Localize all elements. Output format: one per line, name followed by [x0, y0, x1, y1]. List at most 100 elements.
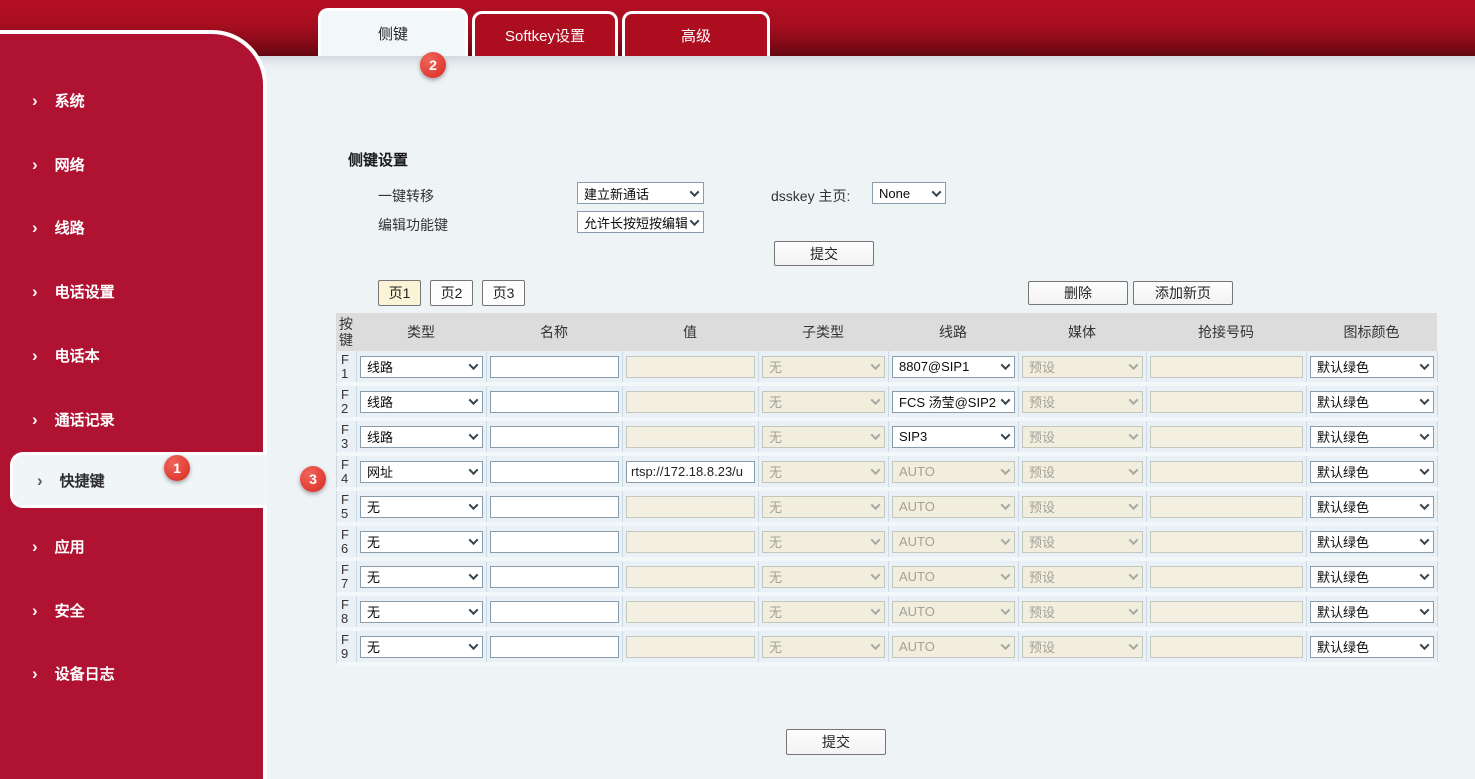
- pickup-number-input: [1150, 531, 1303, 553]
- type-select[interactable]: 无: [360, 636, 483, 658]
- sidebar-item-6[interactable]: › 快捷键: [10, 452, 267, 508]
- icon-color-select[interactable]: 默认绿色: [1310, 566, 1434, 588]
- dsskey-home-select[interactable]: None: [872, 182, 946, 204]
- delete-page-button[interactable]: 删除: [1028, 281, 1128, 305]
- chevron-down-icon: [1001, 570, 1011, 580]
- column-header: 媒体: [1018, 324, 1146, 340]
- edit-function-key-select[interactable]: 允许长按短按编辑: [577, 211, 704, 233]
- name-input[interactable]: [490, 636, 619, 658]
- line-select[interactable]: SIP3: [892, 426, 1015, 448]
- column-header: 抢接号码: [1146, 324, 1306, 340]
- sidebar-item-3[interactable]: › 电话设置: [0, 261, 263, 321]
- value-input[interactable]: [626, 461, 755, 483]
- column-header: 线路: [888, 324, 1018, 340]
- chevron-right-icon: ›: [37, 472, 43, 489]
- subtype-select: 无: [762, 391, 885, 413]
- sidebar-item-2[interactable]: › 线路: [0, 197, 263, 257]
- type-select[interactable]: 无: [360, 601, 483, 623]
- chevron-down-icon: [1001, 605, 1011, 615]
- type-select[interactable]: 网址: [360, 461, 483, 483]
- sidebar-item-label: 网络: [55, 154, 85, 175]
- name-input[interactable]: [490, 601, 619, 623]
- sidebar-item-label: 快捷键: [60, 470, 105, 491]
- transfer-select-value: 建立新通话: [584, 184, 687, 203]
- table-row: F3 线路 无 SIP3 预设 默认绿色: [336, 421, 1437, 456]
- sidebar-item-5[interactable]: › 通话记录: [0, 389, 263, 449]
- submit-button-bottom[interactable]: 提交: [786, 729, 886, 755]
- subtype-select: 无: [762, 426, 885, 448]
- type-select[interactable]: 无: [360, 496, 483, 518]
- key-label: F2: [340, 388, 353, 416]
- name-input[interactable]: [490, 426, 619, 448]
- line-select[interactable]: FCS 汤莹@SIP2: [892, 391, 1015, 413]
- type-select[interactable]: 无: [360, 566, 483, 588]
- annotation-badge-3: 3: [300, 466, 326, 492]
- key-label: F3: [340, 423, 353, 451]
- line-select[interactable]: 8807@SIP1: [892, 356, 1015, 378]
- sidebar-item-label: 应用: [55, 536, 85, 557]
- chevron-down-icon: [1129, 535, 1139, 545]
- tab-1[interactable]: Softkey设置: [472, 11, 618, 56]
- submit-button-top[interactable]: 提交: [774, 241, 874, 266]
- name-input[interactable]: [490, 391, 619, 413]
- page-tab-2[interactable]: 页3: [482, 280, 525, 306]
- page-tab-0[interactable]: 页1: [378, 280, 421, 306]
- column-header: 值: [622, 324, 758, 340]
- icon-color-select[interactable]: 默认绿色: [1310, 601, 1434, 623]
- pickup-number-input: [1150, 356, 1303, 378]
- name-input[interactable]: [490, 531, 619, 553]
- pickup-number-input: [1150, 636, 1303, 658]
- sidebar-item-4[interactable]: › 电话本: [0, 325, 263, 385]
- sidebar-item-8[interactable]: › 安全: [0, 580, 263, 640]
- pickup-number-input: [1150, 566, 1303, 588]
- name-input[interactable]: [490, 461, 619, 483]
- sidebar-item-label: 安全: [55, 600, 85, 621]
- media-select: 预设: [1022, 496, 1143, 518]
- media-select: 预设: [1022, 356, 1143, 378]
- add-page-button[interactable]: 添加新页: [1133, 281, 1233, 305]
- type-select[interactable]: 线路: [360, 391, 483, 413]
- sidebar-item-label: 线路: [55, 217, 85, 238]
- name-input[interactable]: [490, 496, 619, 518]
- type-select[interactable]: 线路: [360, 426, 483, 448]
- name-input[interactable]: [490, 356, 619, 378]
- icon-color-select[interactable]: 默认绿色: [1310, 391, 1434, 413]
- chevron-down-icon: [871, 465, 881, 475]
- type-select[interactable]: 无: [360, 531, 483, 553]
- sidebar-item-9[interactable]: › 设备日志: [0, 643, 263, 703]
- tab-2[interactable]: 高级: [622, 11, 770, 56]
- chevron-down-icon: [932, 187, 942, 197]
- chevron-down-icon: [1420, 430, 1430, 440]
- page-tab-1[interactable]: 页2: [430, 280, 473, 306]
- icon-color-select[interactable]: 默认绿色: [1310, 531, 1434, 553]
- line-select: AUTO: [892, 461, 1015, 483]
- line-select: AUTO: [892, 636, 1015, 658]
- sidebar-item-1[interactable]: › 网络: [0, 134, 263, 194]
- icon-color-select[interactable]: 默认绿色: [1310, 496, 1434, 518]
- icon-color-select[interactable]: 默认绿色: [1310, 461, 1434, 483]
- value-input: [626, 531, 755, 553]
- transfer-select[interactable]: 建立新通话: [577, 182, 704, 204]
- name-input[interactable]: [490, 566, 619, 588]
- chevron-down-icon: [871, 570, 881, 580]
- tab-label: 侧键: [378, 23, 408, 44]
- icon-color-select[interactable]: 默认绿色: [1310, 426, 1434, 448]
- value-input: [626, 426, 755, 448]
- icon-color-select[interactable]: 默认绿色: [1310, 636, 1434, 658]
- sidebar-item-7[interactable]: › 应用: [0, 516, 263, 576]
- chevron-down-icon: [469, 535, 479, 545]
- chevron-down-icon: [1129, 605, 1139, 615]
- subtype-select: 无: [762, 636, 885, 658]
- media-select: 预设: [1022, 531, 1143, 553]
- type-select[interactable]: 线路: [360, 356, 483, 378]
- dsskey-table: 按键类型名称值子类型线路媒体抢接号码图标颜色 F1 线路 无 8807@SIP1…: [336, 313, 1437, 666]
- subtype-select: 无: [762, 601, 885, 623]
- sidebar-item-0[interactable]: › 系统: [0, 70, 263, 130]
- icon-color-select[interactable]: 默认绿色: [1310, 356, 1434, 378]
- chevron-down-icon: [469, 465, 479, 475]
- annotation-badge-1: 1: [164, 455, 190, 481]
- value-input: [626, 356, 755, 378]
- tab-0[interactable]: 侧键: [318, 8, 468, 56]
- chevron-down-icon: [469, 395, 479, 405]
- page-title: 侧键设置: [348, 149, 408, 170]
